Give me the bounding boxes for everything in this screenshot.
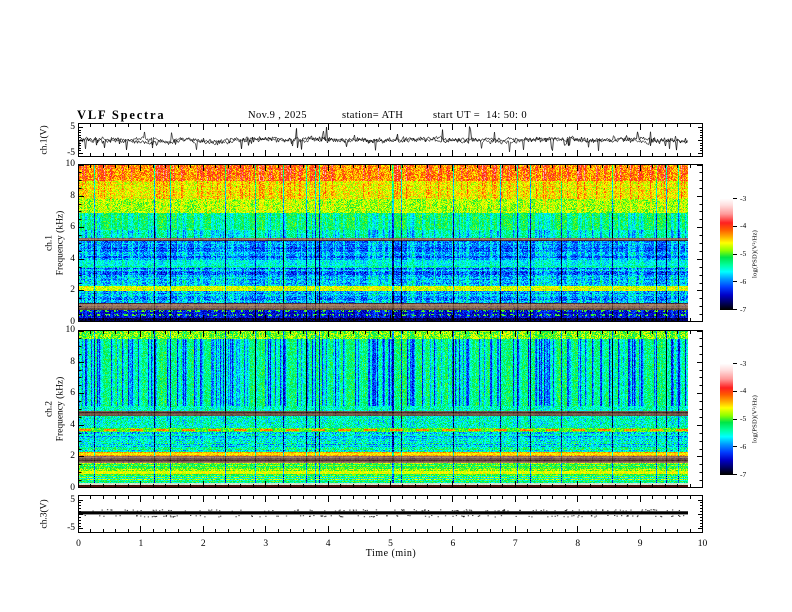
x-axis-tick-label: 3 — [263, 538, 269, 549]
colorbar-tick-label: -4 — [740, 221, 747, 231]
frequency-tick-label: 8 — [70, 356, 75, 367]
x-axis-tick-label: 10 — [697, 538, 708, 549]
colorbar1-unit-label: log(PSD)(V²/Hz) — [751, 230, 759, 278]
frequency-tick-label: 4 — [70, 419, 75, 430]
colorbar-tick-label: -4 — [740, 386, 747, 396]
colorbar-tick-label: -7 — [740, 469, 747, 479]
frequency-tick-label: 0 — [70, 483, 75, 493]
colorbar-tick-label: -6 — [740, 441, 747, 451]
plot-title: VLF Spectra — [77, 108, 166, 122]
colorbar-tick-label: -3 — [740, 193, 747, 203]
voltage-tick-label: -5 — [67, 523, 75, 534]
x-axis-tick-label: 0 — [76, 538, 81, 549]
colorbar-tick-label: -5 — [740, 249, 747, 258]
frequency-tick-label: 10 — [65, 159, 76, 169]
colorbar-tick-label: -3 — [740, 358, 747, 368]
station-label: station= ATH — [342, 110, 404, 121]
ch2-colorbar — [720, 363, 740, 475]
x-axis-tick-label: 7 — [512, 538, 518, 549]
voltage-tick-label: -5 — [67, 147, 75, 158]
vlf-spectra-screen: VLF Spectra Nov.9 , 2025 station= ATH st… — [0, 0, 792, 612]
colorbar2-unit-label: log(PSD)(V²/Hz) — [751, 395, 759, 443]
ch2-spectrogram-plot — [78, 330, 703, 488]
voltage-tick-label: 5 — [70, 494, 75, 505]
frequency-tick-label: 6 — [70, 222, 75, 233]
x-axis-tick-label: 6 — [450, 538, 456, 549]
frequency-tick-label: 2 — [70, 451, 75, 462]
x-axis-tick-label: 9 — [637, 538, 643, 549]
colorbar-tick-label: -6 — [740, 276, 747, 286]
frequency-tick-label: 6 — [70, 388, 75, 399]
x-axis-tick-label: 2 — [200, 538, 206, 549]
ch3-waveform-plot — [78, 495, 703, 533]
x-axis-tick-label: 5 — [388, 538, 393, 549]
frequency-tick-label: 10 — [65, 325, 76, 335]
x-axis-tick-label: 1 — [138, 538, 144, 549]
start-time-label: start UT = 14: 50: 0 — [433, 110, 528, 121]
frequency-tick-label: 4 — [70, 253, 75, 264]
colorbar-tick-label: -5 — [740, 414, 747, 423]
ch1-waveform-plot — [78, 123, 703, 157]
colorbar-tick-label: -7 — [740, 304, 747, 314]
plot-date: Nov.9 , 2025 — [248, 110, 307, 121]
ch1-spectrogram-plot — [78, 164, 703, 322]
ch1-colorbar — [720, 198, 740, 310]
voltage-tick-label: 5 — [70, 122, 75, 133]
frequency-tick-label: 8 — [70, 190, 75, 201]
x-axis-tick-label: 8 — [575, 538, 581, 549]
time-axis-label: Time (min) — [365, 548, 417, 559]
x-axis-tick-label: 4 — [325, 538, 331, 549]
frequency-tick-label: 2 — [70, 285, 75, 296]
